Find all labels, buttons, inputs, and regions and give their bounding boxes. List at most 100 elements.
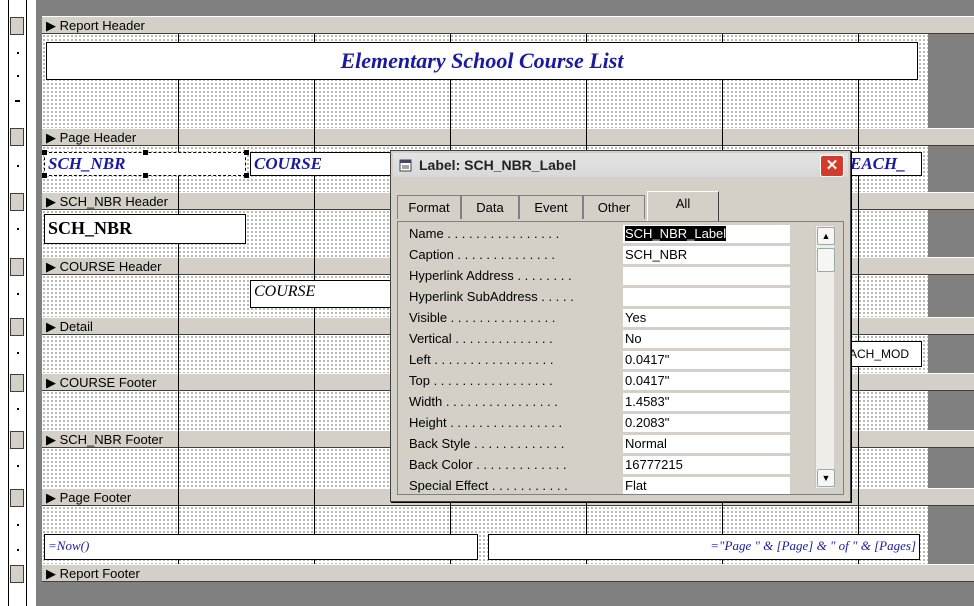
ruler-tick: [17, 75, 19, 77]
scroll-up-icon[interactable]: ▲: [817, 227, 835, 245]
tab-format[interactable]: Format: [397, 195, 461, 219]
tab-all[interactable]: All: [647, 191, 719, 221]
property-name: Special Effect . . . . . . . . . . .: [409, 478, 568, 493]
now-expression-textbox[interactable]: =Now(): [44, 534, 478, 560]
section-selector[interactable]: [10, 565, 24, 583]
teach-label[interactable]: EACH_: [846, 152, 922, 176]
properties-icon: [399, 159, 412, 172]
property-row-name[interactable]: Name . . . . . . . . . . . . . . . . SCH_…: [398, 224, 790, 245]
section-name: Report Header: [59, 18, 145, 33]
detail-label: ▶ Detail: [46, 319, 93, 334]
property-name: Back Style . . . . . . . . . . . . .: [409, 436, 565, 451]
course-textbox[interactable]: COURSE: [250, 280, 400, 308]
tab-data[interactable]: Data: [461, 195, 519, 219]
dialog-title-bar[interactable]: Label: SCH_NBR_Label ✕: [393, 153, 848, 177]
section-selector[interactable]: [10, 318, 24, 336]
property-value[interactable]: 16777215: [623, 456, 790, 475]
property-name: Caption . . . . . . . . . . . . . .: [409, 247, 555, 262]
report-header-label: ▶ Report Header: [46, 18, 145, 33]
section-name: Page Header: [59, 130, 137, 145]
ruler-line: [8, 0, 9, 606]
vertical-scrollbar[interactable]: ▲ ▼: [815, 226, 835, 488]
property-name: Vertical . . . . . . . . . . . . . .: [409, 331, 553, 346]
property-value[interactable]: 0.0417": [623, 372, 790, 391]
section-selector[interactable]: [10, 128, 24, 146]
section-name: SCH_NBR Footer: [59, 432, 163, 447]
property-name: Top . . . . . . . . . . . . . . . . .: [409, 373, 553, 388]
property-name: Name . . . . . . . . . . . . . . . .: [409, 226, 560, 241]
section-selector[interactable]: [10, 258, 24, 276]
report-footer-bar[interactable]: ▶ Report Footer: [42, 564, 974, 582]
section-selector[interactable]: [10, 431, 24, 449]
property-name: Back Color . . . . . . . . . . . . .: [409, 457, 567, 472]
close-button[interactable]: ✕: [820, 155, 844, 177]
property-row-back-color[interactable]: Back Color . . . . . . . . . . . . . 1677…: [398, 455, 790, 476]
property-value[interactable]: Normal: [623, 435, 790, 454]
property-row-caption[interactable]: Caption . . . . . . . . . . . . . . SCH_N…: [398, 245, 790, 266]
sch-nbr-textbox[interactable]: SCH_NBR: [44, 214, 246, 244]
property-name: Hyperlink Address . . . . . . . .: [409, 268, 572, 283]
property-value[interactable]: Flat: [623, 477, 790, 494]
close-icon: ✕: [825, 157, 839, 174]
property-row-back-style[interactable]: Back Style . . . . . . . . . . . . . Norm…: [398, 434, 790, 455]
scroll-down-icon[interactable]: ▼: [817, 469, 835, 487]
selected-value-text: SCH_NBR_Label: [625, 226, 727, 241]
report-header-bar[interactable]: ▶ Report Header: [42, 16, 974, 34]
scroll-thumb[interactable]: [817, 248, 835, 272]
selection-handle[interactable]: [143, 150, 148, 155]
ruler-tick: [17, 524, 19, 526]
course-label[interactable]: COURSE: [250, 152, 400, 176]
section-name: Page Footer: [59, 490, 132, 505]
section-selector[interactable]: [10, 17, 24, 35]
property-value[interactable]: 0.2083": [623, 414, 790, 433]
section-name: COURSE Footer: [59, 375, 157, 390]
property-row-hyperlink-subaddress[interactable]: Hyperlink SubAddress . . . . .: [398, 287, 790, 308]
property-value[interactable]: [623, 267, 790, 286]
property-value[interactable]: 0.0417": [623, 351, 790, 370]
section-name: Detail: [59, 319, 93, 334]
property-value[interactable]: SCH_NBR_Label: [623, 225, 790, 244]
tab-event[interactable]: Event: [519, 195, 583, 219]
property-sheet-dialog[interactable]: Label: SCH_NBR_Label ✕ Format Data Event…: [390, 150, 851, 502]
property-value[interactable]: SCH_NBR: [623, 246, 790, 265]
property-row-special-effect[interactable]: Special Effect . . . . . . . . . . . Flat: [398, 476, 790, 494]
property-name: Left . . . . . . . . . . . . . . . . .: [409, 352, 554, 367]
selection-handle[interactable]: [42, 150, 47, 155]
property-row-left[interactable]: Left . . . . . . . . . . . . . . . . . 0.…: [398, 350, 790, 371]
property-row-height[interactable]: Height . . . . . . . . . . . . . . . . 0.…: [398, 413, 790, 434]
property-row-hyperlink-address[interactable]: Hyperlink Address . . . . . . . .: [398, 266, 790, 287]
page-number-textbox[interactable]: ="Page " & [Page] & " of " & [Pages]: [488, 534, 920, 560]
property-name: Hyperlink SubAddress . . . . .: [409, 289, 574, 304]
property-value[interactable]: Yes: [623, 309, 790, 328]
property-row-top[interactable]: Top . . . . . . . . . . . . . . . . . 0.0…: [398, 371, 790, 392]
selection-handle[interactable]: [143, 173, 148, 178]
selection-handle[interactable]: [42, 173, 47, 178]
ruler-line: [26, 0, 27, 606]
property-value[interactable]: 1.4583": [623, 393, 790, 412]
property-name: Width . . . . . . . . . . . . . . . .: [409, 394, 558, 409]
course-footer-label: ▶ COURSE Footer: [46, 375, 157, 390]
teach-mod-textbox[interactable]: ACH_MOD: [846, 341, 922, 367]
tab-other[interactable]: Other: [583, 195, 645, 219]
property-row-vertical[interactable]: Vertical . . . . . . . . . . . . . . No: [398, 329, 790, 350]
property-value[interactable]: [623, 288, 790, 307]
property-row-width[interactable]: Width . . . . . . . . . . . . . . . . 1.4…: [398, 392, 790, 413]
page-footer-label: ▶ Page Footer: [46, 490, 132, 505]
page-header-label: ▶ Page Header: [46, 130, 137, 145]
sch-nbr-footer-label: ▶ SCH_NBR Footer: [46, 432, 163, 447]
ruler-tick: [17, 352, 19, 354]
property-name: Height . . . . . . . . . . . . . . . .: [409, 415, 563, 430]
selection-handle[interactable]: [244, 150, 249, 155]
property-name: Visible . . . . . . . . . . . . . . .: [409, 310, 556, 325]
course-header-label: ▶ COURSE Header: [46, 259, 162, 274]
section-selector[interactable]: [10, 489, 24, 507]
vertical-ruler[interactable]: [0, 0, 36, 606]
property-value[interactable]: No: [623, 330, 790, 349]
properties-list[interactable]: Name . . . . . . . . . . . . . . . . SCH_…: [397, 221, 844, 495]
page-header-bar[interactable]: ▶ Page Header: [42, 128, 974, 146]
section-selector[interactable]: [10, 193, 24, 211]
report-title-label[interactable]: Elementary School Course List: [46, 42, 918, 80]
selection-handle[interactable]: [244, 173, 249, 178]
property-row-visible[interactable]: Visible . . . . . . . . . . . . . . . Yes: [398, 308, 790, 329]
section-selector[interactable]: [10, 374, 24, 392]
